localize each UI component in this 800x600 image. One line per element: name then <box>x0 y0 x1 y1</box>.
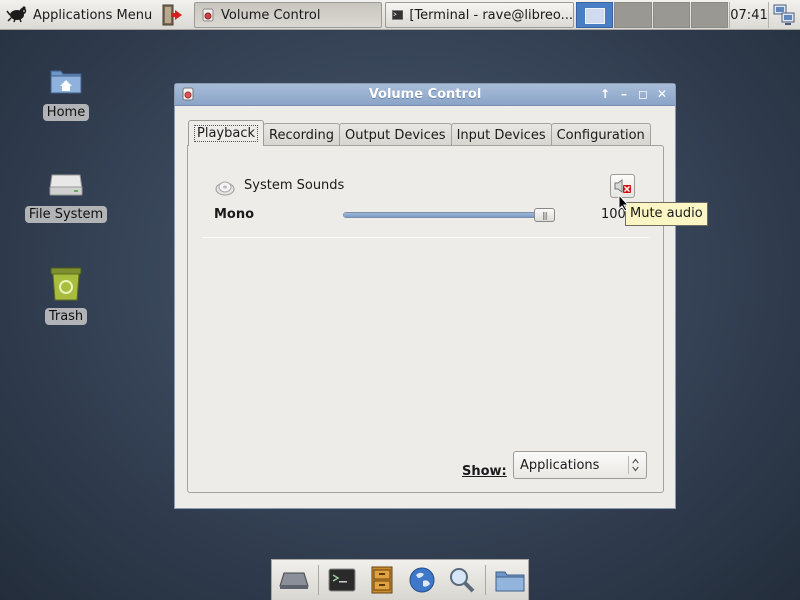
desktop-icon-file-system[interactable]: File System <box>22 162 110 223</box>
xfce-mouse-icon <box>6 3 28 27</box>
disk-icon <box>279 572 309 589</box>
workspace-1[interactable] <box>576 2 614 28</box>
dock-separator <box>317 565 319 595</box>
search-icon <box>449 568 474 593</box>
dock-item-search[interactable] <box>444 562 480 598</box>
tab-bar: Playback Recording Output Devices Input … <box>188 120 651 146</box>
playback-panel: System Sounds Mono ||| 100% Show: Applic… <box>187 145 664 493</box>
workspace-2[interactable] <box>614 2 652 28</box>
task-volume-control[interactable]: Volume Control <box>194 2 382 28</box>
mouse-cursor-icon <box>618 194 630 212</box>
volume-control-icon[interactable] <box>181 87 195 101</box>
maximize-button[interactable]: ◻ <box>636 86 650 102</box>
volume-control-window: Volume Control ↑ – ◻ ✕ Playback Recordin… <box>174 83 708 509</box>
clock[interactable]: 07:41 <box>729 2 769 28</box>
top-panel: Applications Menu Volume Control [Termin… <box>0 0 800 30</box>
dock-item-terminal[interactable] <box>325 562 361 598</box>
tab-label: Configuration <box>556 127 645 143</box>
trash-icon <box>46 264 86 304</box>
desktop-icon-home[interactable]: Home <box>22 60 110 121</box>
desktop-icon-trash[interactable]: Trash <box>22 264 110 325</box>
speaker-icon <box>215 181 235 196</box>
mute-tooltip: Mute audio <box>625 202 708 226</box>
show-select-value: Applications <box>520 457 600 473</box>
tab-label: Recording <box>269 127 335 143</box>
dock-item-web-browser[interactable] <box>404 562 440 598</box>
dock-item-file-manager[interactable] <box>492 562 528 598</box>
drive-icon <box>46 162 86 202</box>
network-icon[interactable] <box>772 3 796 27</box>
stream-name: System Sounds <box>244 178 345 193</box>
desktop-icon-label: Home <box>42 104 90 121</box>
task-label: [Terminal - rave@libreo... <box>409 7 573 23</box>
show-label: Show: <box>462 464 507 479</box>
tab-input-devices[interactable]: Input Devices <box>450 123 552 146</box>
terminal-icon <box>392 10 404 20</box>
shade-button[interactable]: ↑ <box>598 86 612 102</box>
tab-label: Playback <box>194 125 259 142</box>
applications-menu-label: Applications Menu <box>33 7 153 23</box>
show-select[interactable]: Applications <box>513 451 647 479</box>
window-title: Volume Control <box>368 87 482 102</box>
desktop-icon-label: Trash <box>44 308 88 325</box>
logout-icon <box>162 4 182 26</box>
tab-label: Output Devices <box>345 127 446 143</box>
tab-label: Input Devices <box>456 127 546 143</box>
show-label-text: Show: <box>462 464 507 479</box>
home-folder-icon <box>46 60 86 100</box>
minimize-button[interactable]: – <box>617 86 631 102</box>
volume-slider-fill <box>344 213 554 217</box>
terminal-icon <box>328 568 356 592</box>
channel-label: Mono <box>214 207 255 222</box>
separator <box>202 237 649 238</box>
folder-icon <box>495 571 525 592</box>
tab-output-devices[interactable]: Output Devices <box>339 123 452 146</box>
tab-playback[interactable]: Playback <box>188 120 265 146</box>
close-button[interactable]: ✕ <box>655 86 669 102</box>
task-terminal[interactable]: [Terminal - rave@libreo... <box>385 2 574 28</box>
file-cabinet-icon <box>371 566 393 594</box>
task-label: Volume Control <box>221 7 321 23</box>
volume-slider-track[interactable] <box>343 212 555 218</box>
dock-separator <box>485 565 487 595</box>
tab-recording[interactable]: Recording <box>263 123 341 146</box>
select-arrows-icon <box>628 456 639 474</box>
volume-control-icon <box>202 8 214 22</box>
desktop-icon-label: File System <box>24 206 108 223</box>
applications-menu-button[interactable]: Applications Menu <box>4 3 154 27</box>
window-titlebar[interactable]: Volume Control ↑ – ◻ ✕ <box>175 84 675 106</box>
bottom-dock <box>271 559 529 600</box>
logout-button[interactable] <box>160 4 184 26</box>
dock-item-desktop[interactable] <box>276 562 312 598</box>
tab-configuration[interactable]: Configuration <box>550 123 651 146</box>
web-browser-icon <box>409 567 435 593</box>
workspace-3[interactable] <box>652 2 690 28</box>
speaker-muted-icon <box>614 179 631 193</box>
dock-item-file-cabinet[interactable] <box>364 562 400 598</box>
workspace-4[interactable] <box>690 2 728 28</box>
volume-slider-thumb[interactable]: ||| <box>534 208 555 222</box>
workspace-switcher[interactable] <box>576 2 728 28</box>
